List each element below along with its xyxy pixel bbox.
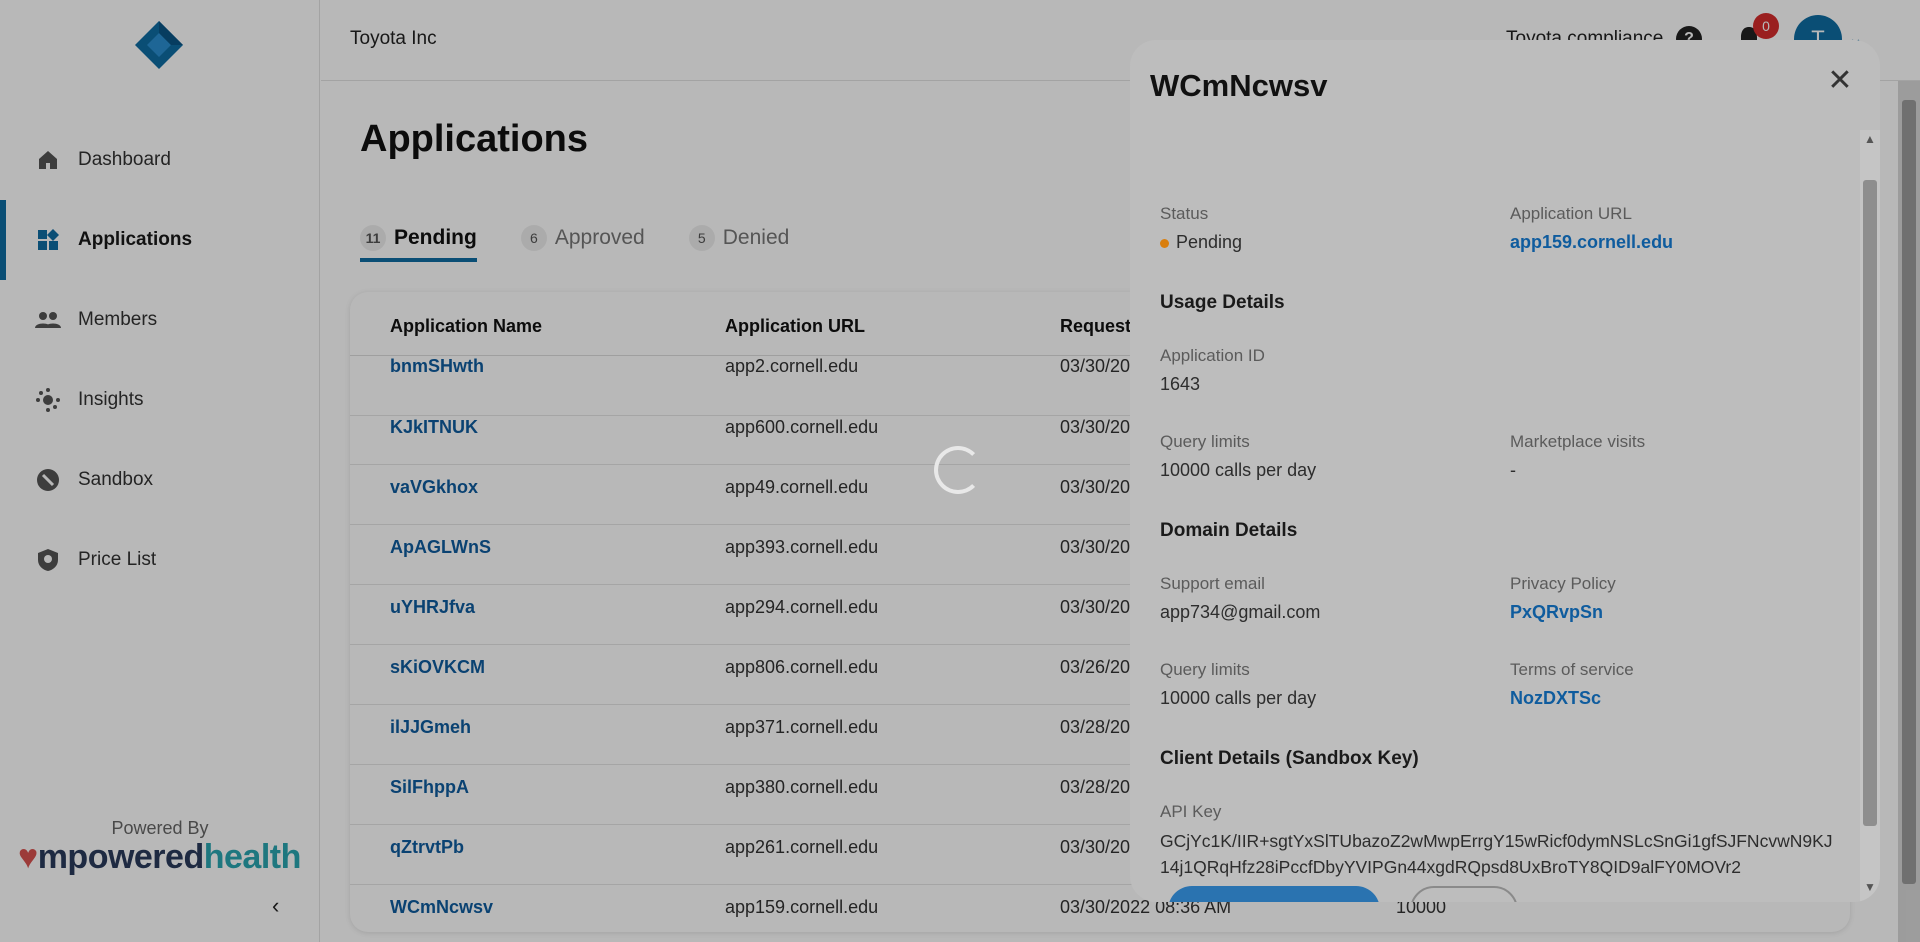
status-label: Status	[1160, 204, 1209, 223]
api-key-label: API Key	[1160, 802, 1222, 821]
status-value: Pending	[1176, 232, 1243, 252]
app-url-label: Application URL	[1510, 204, 1632, 223]
modal-scrollbar-thumb[interactable]	[1863, 180, 1877, 826]
privacy-policy-label: Privacy Policy	[1510, 574, 1616, 593]
marketplace-visits-label: Marketplace visits	[1510, 432, 1646, 451]
query-limits-label: Query limits	[1160, 432, 1250, 451]
app-id-label: Application ID	[1160, 346, 1265, 365]
support-email-label: Support email	[1160, 574, 1265, 593]
usage-details-heading: Usage Details	[1160, 292, 1285, 313]
domain-query-limits-value: 10000 calls per day	[1160, 688, 1317, 708]
domain-details-heading: Domain Details	[1160, 520, 1298, 541]
modal-title: WCmNcwsv	[1150, 68, 1328, 103]
close-icon[interactable]: ✕	[1824, 65, 1856, 97]
client-details-heading: Client Details (Sandbox Key)	[1160, 748, 1419, 769]
status-dot-icon	[1160, 238, 1169, 248]
terms-of-service-label: Terms of service	[1510, 660, 1634, 679]
scroll-up-icon[interactable]: ▲	[1864, 132, 1876, 146]
application-details-modal: WCmNcwsv ✕ Status Pending Application UR…	[1130, 40, 1880, 902]
status-badge: Pending	[1160, 232, 1242, 253]
modal-body: Status Pending Application URL app159.co…	[1130, 130, 1860, 902]
marketplace-visits-value: -	[1510, 460, 1516, 480]
loading-spinner-icon	[934, 446, 982, 494]
domain-query-limits-label: Query limits	[1160, 660, 1250, 679]
support-email-value: app734@gmail.com	[1160, 602, 1321, 622]
query-limits-value: 10000 calls per day	[1160, 460, 1317, 480]
app-url-link[interactable]: app159.cornell.edu	[1510, 232, 1673, 253]
api-key-value: GCjYc1K/IIR+sgtYxSlTUbazoZ2wMwpErrgY15wR…	[1160, 831, 1833, 877]
deny-button[interactable]	[1410, 886, 1518, 902]
app-id-value: 1643	[1160, 374, 1201, 394]
terms-of-service-link[interactable]: NozDXTSc	[1510, 688, 1601, 709]
privacy-policy-link[interactable]: PxQRvpSn	[1510, 602, 1603, 623]
approve-button[interactable]	[1168, 886, 1380, 902]
scroll-down-icon[interactable]: ▼	[1864, 880, 1876, 894]
